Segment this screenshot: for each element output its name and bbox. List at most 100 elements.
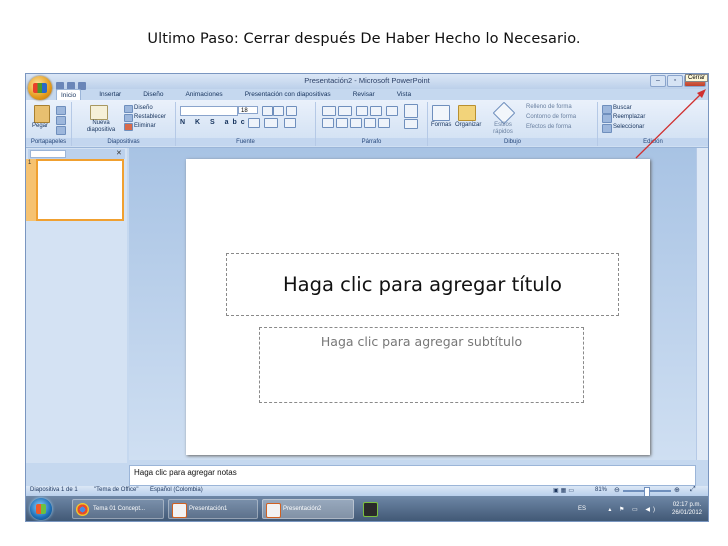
paste-button[interactable]: Pegar — [32, 123, 48, 129]
view-buttons[interactable]: ▣▦▭ — [553, 487, 593, 494]
align-left-icon[interactable] — [322, 118, 334, 128]
close-tooltip: Cerrar — [684, 74, 708, 82]
clock[interactable]: 02:17 p.m. 26/01/2012 — [670, 501, 704, 517]
ribbon-tabs: Inicio Insertar Diseño Animaciones Prese… — [56, 89, 415, 100]
theme-name: "Tema de Office" — [94, 487, 139, 493]
zoom-out-icon[interactable]: ⊖ — [614, 486, 620, 494]
language-status[interactable]: Español (Colombia) — [150, 487, 203, 493]
find-button[interactable]: Buscar — [613, 105, 632, 111]
taskbar-item-presentacion1[interactable]: Presentación1 — [168, 499, 258, 519]
window-title: Presentación2 - Microsoft PowerPoint — [304, 76, 430, 85]
title-bar: Presentación2 - Microsoft PowerPoint – ▫… — [26, 74, 708, 90]
reset-button[interactable]: Restablecer — [134, 114, 166, 120]
new-slide-button[interactable]: Nueva diapositiva — [84, 120, 118, 134]
font-name-combo[interactable] — [180, 106, 238, 116]
office-button[interactable] — [28, 76, 52, 100]
increase-indent-icon[interactable] — [370, 106, 382, 116]
char-spacing-icon[interactable] — [248, 118, 260, 128]
text-direction-icon[interactable] — [404, 104, 418, 118]
tab-slides[interactable] — [30, 150, 66, 158]
bullets-icon[interactable] — [322, 106, 336, 116]
arrange-icon[interactable] — [458, 105, 476, 121]
change-case-icon[interactable] — [264, 118, 278, 128]
group-editing: Buscar Reemplazar Seleccionar Edición — [598, 102, 708, 146]
arrange-button[interactable]: Organizar — [455, 122, 481, 128]
fit-slide-icon[interactable]: ⤢ — [690, 486, 696, 494]
justify-icon[interactable] — [364, 118, 376, 128]
powerpoint-icon — [266, 503, 281, 518]
maximize-button[interactable]: ▫ — [667, 75, 683, 87]
shape-effects-button[interactable]: Efectos de forma — [526, 124, 571, 130]
taskbar-item-chrome[interactable]: Tema 01 Concept... — [72, 499, 164, 519]
clock-time: 02:17 p.m. — [672, 502, 702, 508]
minimize-button[interactable]: – — [650, 75, 666, 87]
group-slides: Nueva diapositiva Diseño Restablecer Eli… — [72, 102, 176, 146]
clear-format-icon[interactable] — [286, 106, 297, 116]
powerpoint-icon — [172, 503, 187, 518]
columns-icon[interactable] — [378, 118, 390, 128]
vertical-scrollbar[interactable] — [696, 148, 708, 460]
notes-pane[interactable]: Haga clic para agregar notas — [129, 465, 696, 486]
paragraph-label: Párrafo — [316, 138, 427, 146]
delete-button[interactable]: Eliminar — [134, 123, 156, 129]
replace-icon — [602, 114, 612, 123]
start-button[interactable] — [30, 498, 52, 520]
windows-logo-icon — [36, 504, 46, 514]
editing-label: Edición — [598, 138, 708, 146]
selected-slide-marker — [26, 159, 36, 221]
quick-styles-button[interactable]: Estilos rápidos — [486, 122, 520, 136]
ribbon: Pegar Portapapeles Nueva diapositiva Dis… — [26, 100, 708, 148]
align-right-icon[interactable] — [350, 118, 362, 128]
cut-icon[interactable] — [56, 106, 66, 115]
clipboard-label: Portapapeles — [26, 138, 71, 146]
zoom-level[interactable]: 81% — [595, 487, 607, 493]
font-size-combo[interactable]: 18 — [238, 106, 258, 114]
tab-presentacion[interactable]: Presentación con diapositivas — [241, 89, 335, 100]
numbering-icon[interactable] — [338, 106, 352, 116]
status-bar: Diapositiva 1 de 1 "Tema de Office" Espa… — [26, 486, 708, 497]
group-clipboard: Pegar Portapapeles — [26, 102, 72, 146]
smartart-icon[interactable] — [404, 119, 418, 129]
tab-diseno[interactable]: Diseño — [139, 89, 167, 100]
zoom-in-icon[interactable]: ⊕ — [674, 486, 680, 494]
taskbar-item-label: Tema 01 Concept... — [93, 506, 146, 512]
title-placeholder[interactable]: Haga clic para agregar título — [226, 253, 619, 316]
close-panel-icon[interactable]: ✕ — [116, 149, 122, 157]
tab-vista[interactable]: Vista — [393, 89, 415, 100]
select-button[interactable]: Seleccionar — [613, 124, 644, 130]
new-slide-icon[interactable] — [90, 105, 108, 120]
tab-revisar[interactable]: Revisar — [349, 89, 379, 100]
decrease-indent-icon[interactable] — [356, 106, 368, 116]
paste-icon[interactable] — [34, 105, 50, 123]
font-color-icon[interactable] — [284, 118, 296, 128]
align-center-icon[interactable] — [336, 118, 348, 128]
taskbar-item-app[interactable] — [360, 499, 380, 519]
layout-icon — [124, 105, 133, 113]
taskbar-item-presentacion2[interactable]: Presentación2 — [262, 499, 354, 519]
shape-fill-button[interactable]: Relleno de forma — [526, 104, 572, 110]
caption: Ultimo Paso: Cerrar después De Haber Hec… — [147, 31, 581, 47]
grow-font-icon[interactable] — [262, 106, 273, 116]
reset-icon — [124, 114, 133, 122]
shapes-button[interactable]: Formas — [431, 122, 451, 128]
shapes-icon[interactable] — [432, 105, 450, 121]
clock-date: 26/01/2012 — [671, 510, 703, 516]
shape-outline-button[interactable]: Contorno de forma — [526, 114, 576, 120]
quick-styles-icon[interactable] — [492, 101, 516, 125]
tab-insertar[interactable]: Insertar — [95, 89, 125, 100]
format-painter-icon[interactable] — [56, 126, 66, 135]
tab-animaciones[interactable]: Animaciones — [181, 89, 226, 100]
slide-thumb-number: 1 — [28, 160, 32, 166]
office-logo-icon — [33, 83, 47, 93]
language-indicator[interactable]: ES — [578, 506, 586, 512]
tray-icons[interactable]: ▴ ⚑ ▭ ◀) — [608, 506, 658, 513]
shrink-font-icon[interactable] — [273, 106, 284, 116]
panel-tabs: ✕ — [28, 149, 125, 159]
subtitle-placeholder[interactable]: Haga clic para agregar subtítulo — [259, 327, 584, 403]
tab-inicio[interactable]: Inicio — [56, 89, 82, 100]
line-spacing-icon[interactable] — [386, 106, 398, 116]
slide-thumbnail[interactable] — [36, 159, 124, 221]
copy-icon[interactable] — [56, 116, 66, 125]
layout-button[interactable]: Diseño — [134, 105, 153, 111]
replace-button[interactable]: Reemplazar — [613, 114, 645, 120]
